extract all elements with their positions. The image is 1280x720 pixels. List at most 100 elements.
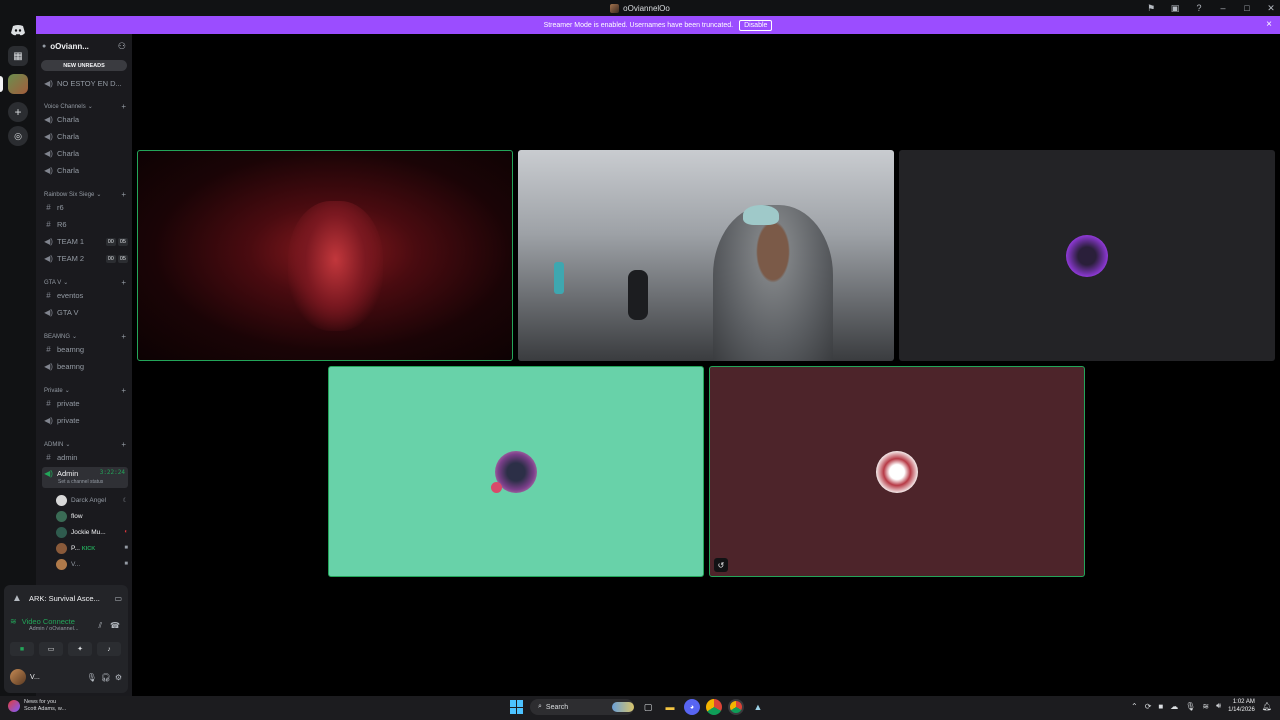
- tray-chevron-icon[interactable]: ⌃: [1131, 702, 1138, 711]
- discord-app-icon[interactable]: ◕: [684, 699, 700, 715]
- hash-icon: #: [46, 399, 51, 408]
- video-tile-avatar-maroon[interactable]: ↺: [709, 366, 1085, 577]
- help-icon[interactable]: ?: [1194, 3, 1204, 13]
- volume-icon[interactable]: 🔊︎: [1216, 701, 1221, 711]
- add-channel-icon[interactable]: +: [121, 332, 126, 341]
- notification-icon[interactable]: 🔔︎: [1262, 702, 1272, 711]
- category-gta-v[interactable]: GTA V ⌄ +: [44, 278, 126, 287]
- server-icon-dm[interactable]: ▦: [8, 46, 28, 66]
- microphone-icon[interactable]: 🎙︎: [87, 673, 97, 682]
- tray-app-icon[interactable]: ■: [1158, 702, 1163, 711]
- voice-user[interactable]: Jockie Mu... ◐: [56, 525, 128, 539]
- voice-user[interactable]: flow: [56, 509, 128, 523]
- soundboard-button[interactable]: ♪: [97, 642, 121, 656]
- channel-team-1[interactable]: ◀) TEAM 1 00 05: [42, 234, 128, 249]
- add-channel-icon[interactable]: +: [121, 440, 126, 449]
- category-voice-channels[interactable]: Voice Channels ⌄ +: [44, 102, 126, 111]
- camera-button[interactable]: ■: [10, 642, 34, 656]
- channel-charla[interactable]: ◀) Charla: [42, 129, 128, 144]
- channel-team-2[interactable]: ◀) TEAM 2 00 05: [42, 251, 128, 266]
- noise-suppression-icon[interactable]: ⫽: [98, 621, 102, 631]
- category-beamng[interactable]: BEAMNG ⌄ +: [44, 332, 126, 341]
- add-channel-icon[interactable]: +: [121, 190, 126, 199]
- voice-connection-title: Video Connecte: [21, 617, 75, 626]
- title-avatar: [610, 3, 620, 13]
- discord-home-icon[interactable]: [8, 20, 28, 40]
- channel-private[interactable]: # private: [42, 396, 128, 411]
- chrome-icon[interactable]: [706, 699, 722, 715]
- channel-timer: 3:22:24: [99, 469, 125, 476]
- news-title: News for you: [24, 699, 57, 705]
- activities-button[interactable]: ✦: [68, 642, 92, 656]
- speaker-icon: ◀): [44, 362, 53, 371]
- inbox-icon[interactable]: ⚑: [1146, 3, 1156, 13]
- stream-icon[interactable]: ▭: [114, 594, 122, 603]
- voice-user[interactable]: V... ■: [56, 557, 128, 571]
- close-window-icon[interactable]: ✕: [1266, 3, 1276, 13]
- windows-start-icon[interactable]: [510, 700, 524, 714]
- channel-charla[interactable]: ◀) Charla: [42, 146, 128, 161]
- chrome-profile-icon[interactable]: [728, 699, 744, 715]
- new-unreads-pill[interactable]: NEW UNREADS: [41, 60, 127, 71]
- category-admin[interactable]: ADMIN ⌄ +: [44, 440, 126, 449]
- taskbar-search[interactable]: ⌕ Search: [530, 699, 634, 715]
- switch-camera-icon[interactable]: ↺: [714, 558, 728, 572]
- screen-icon[interactable]: ▣: [1170, 3, 1180, 13]
- channel-charla[interactable]: ◀) Charla: [42, 112, 128, 127]
- channel-label: private: [57, 416, 80, 425]
- category-private[interactable]: Private ⌄ +: [44, 386, 126, 395]
- news-widget[interactable]: News for you Scott Adams, w...: [8, 699, 66, 713]
- search-label: Search: [545, 703, 569, 711]
- server-icon-active[interactable]: [8, 74, 28, 94]
- video-tile-webcam-red[interactable]: [137, 150, 513, 361]
- channel-r6-voice[interactable]: # R6: [42, 217, 128, 232]
- channel-charla[interactable]: ◀) Charla: [42, 163, 128, 178]
- add-channel-icon[interactable]: +: [121, 278, 126, 287]
- video-tile-avatar[interactable]: [899, 150, 1275, 361]
- add-channel-icon[interactable]: +: [121, 102, 126, 111]
- avatar[interactable]: [10, 669, 26, 685]
- taskbar-clock[interactable]: 1:02 AM 1/14/2026: [1228, 698, 1255, 714]
- wifi-icon[interactable]: ≋: [1202, 702, 1209, 711]
- server-header[interactable]: ● oOviann... ⚇: [36, 34, 132, 58]
- close-banner-icon[interactable]: ×: [1266, 19, 1272, 30]
- tray-mic-icon[interactable]: 🎙︎: [1185, 702, 1195, 711]
- channel-beamng-voice[interactable]: ◀) beamng: [42, 359, 128, 374]
- channel-no-estoy[interactable]: ◀) NO ESTOY EN D...: [42, 76, 128, 91]
- disconnect-icon[interactable]: ☎: [110, 621, 120, 631]
- channel-private-voice[interactable]: ◀) private: [42, 413, 128, 428]
- video-tile-webcam-room[interactable]: [518, 150, 894, 361]
- explore-icon[interactable]: ◎: [8, 126, 28, 146]
- activity-panel[interactable]: ▲ ARK: Survival Asce... ▭: [4, 585, 128, 611]
- channel-status[interactable]: Set a channel status: [58, 479, 103, 485]
- file-explorer-icon[interactable]: ▬: [662, 699, 678, 715]
- disable-streamer-button[interactable]: Disable: [739, 19, 773, 31]
- invite-icon[interactable]: ⚇: [118, 41, 126, 52]
- add-server-icon[interactable]: +: [8, 102, 28, 122]
- task-view-icon[interactable]: ▢: [640, 699, 656, 715]
- video-tile-avatar-speaking[interactable]: [328, 366, 704, 577]
- channel-r6[interactable]: # r6: [42, 200, 128, 215]
- ark-app-icon[interactable]: ▲: [750, 699, 766, 715]
- user-name[interactable]: V...: [30, 674, 83, 681]
- screen-share-button[interactable]: ▭: [39, 642, 63, 656]
- channel-admin[interactable]: # admin: [42, 450, 128, 465]
- category-rainbow-six[interactable]: Rainbow Six Siege ⌄ +: [44, 190, 126, 199]
- window-title-text: oOviannelOo: [623, 3, 670, 13]
- tray-cloud-icon[interactable]: ☁: [1170, 702, 1178, 711]
- channel-beamng[interactable]: # beamng: [42, 342, 128, 357]
- voice-user[interactable]: P... KICK ■: [56, 541, 128, 555]
- voice-user[interactable]: Darck Angel ☾: [56, 493, 128, 507]
- speaker-icon: ◀): [44, 149, 53, 158]
- gear-icon[interactable]: ⚙: [115, 673, 122, 682]
- category-label: BEAMNG: [44, 333, 71, 340]
- maximize-icon[interactable]: □: [1242, 3, 1252, 13]
- minimize-icon[interactable]: –: [1218, 3, 1228, 13]
- channel-admin-voice-active[interactable]: ◀) Admin 3:22:24 Set a channel status: [42, 467, 128, 488]
- add-channel-icon[interactable]: +: [121, 386, 126, 395]
- headphones-icon[interactable]: 🎧︎: [101, 673, 111, 682]
- channel-gta-v[interactable]: ◀) GTA V: [42, 305, 128, 320]
- user-panel: V... 🎙︎ 🎧︎ ⚙: [4, 661, 128, 693]
- channel-eventos[interactable]: # eventos: [42, 288, 128, 303]
- tray-sync-icon[interactable]: ⟳: [1145, 702, 1152, 711]
